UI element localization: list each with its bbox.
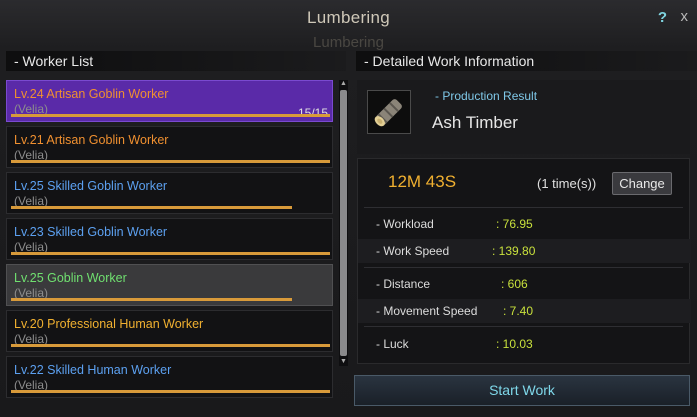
worker-item[interactable]: Lv.20 Professional Human Worker (Velia) bbox=[6, 310, 333, 352]
close-icon[interactable]: x bbox=[681, 8, 689, 25]
stat-row-luck: - Luck : 10.03 bbox=[358, 332, 691, 356]
worker-name: Lv.21 Artisan Goblin Worker bbox=[14, 133, 169, 147]
divider bbox=[364, 267, 683, 268]
stat-label: - Work Speed bbox=[376, 244, 450, 258]
work-time: 12M 43S bbox=[388, 172, 457, 191]
stamina-bar bbox=[11, 160, 330, 163]
stat-label: - Luck bbox=[376, 337, 409, 351]
lumbering-window: Lumbering Lumbering ? x - Worker List - … bbox=[0, 0, 697, 417]
worker-list: Lv.24 Artisan Goblin Worker (Velia) 15/1… bbox=[6, 80, 334, 400]
detail-header: - Detailed Work Information bbox=[356, 51, 697, 71]
worker-item[interactable]: Lv.23 Skilled Goblin Worker (Velia) bbox=[6, 218, 333, 260]
stamina-bar bbox=[11, 344, 330, 347]
work-stats: 12M 43S (1 time(s)) Change - Workload : … bbox=[357, 158, 691, 364]
scroll-up-icon[interactable]: ▲ bbox=[339, 80, 348, 88]
stat-label: - Distance bbox=[376, 277, 431, 291]
stat-value: : 76.95 bbox=[496, 217, 533, 231]
window-title-shadow: Lumbering bbox=[313, 34, 384, 51]
stat-row-work-speed: - Work Speed : 139.80 bbox=[358, 239, 691, 263]
stat-value: : 606 bbox=[501, 277, 528, 291]
stat-label: - Workload bbox=[376, 217, 434, 231]
worker-name: Lv.24 Artisan Goblin Worker bbox=[14, 87, 169, 101]
worker-item[interactable]: Lv.22 Skilled Human Worker (Velia) bbox=[6, 356, 333, 398]
stamina-bar bbox=[11, 252, 330, 255]
stat-value: : 7.40 bbox=[503, 304, 534, 318]
worker-item[interactable]: Lv.25 Skilled Goblin Worker (Velia) bbox=[6, 172, 333, 214]
scroll-down-icon[interactable]: ▼ bbox=[339, 358, 348, 366]
worker-item[interactable]: Lv.24 Artisan Goblin Worker (Velia) 15/1… bbox=[6, 80, 333, 122]
production-result: - Production Result Ash Timber bbox=[357, 80, 690, 154]
stamina-bar bbox=[11, 114, 330, 117]
worker-list-header: - Worker List bbox=[6, 51, 346, 71]
scroll-thumb[interactable] bbox=[340, 90, 347, 356]
stat-label: - Movement Speed bbox=[376, 304, 478, 318]
worker-name: Lv.25 Skilled Goblin Worker bbox=[14, 179, 168, 193]
worker-item[interactable]: Lv.21 Artisan Goblin Worker (Velia) bbox=[6, 126, 333, 168]
stat-row-distance: - Distance : 606 bbox=[358, 272, 691, 296]
help-icon[interactable]: ? bbox=[658, 9, 667, 26]
change-button[interactable]: Change bbox=[612, 172, 672, 195]
divider bbox=[364, 207, 683, 208]
timber-icon[interactable] bbox=[367, 90, 411, 134]
worker-name: Lv.20 Professional Human Worker bbox=[14, 317, 204, 331]
worker-name: Lv.23 Skilled Goblin Worker bbox=[14, 225, 168, 239]
worker-count: 15/15 bbox=[297, 106, 328, 120]
worker-name: Lv.22 Skilled Human Worker bbox=[14, 363, 172, 377]
stat-value: : 139.80 bbox=[492, 244, 536, 258]
divider bbox=[364, 326, 683, 327]
stamina-bar bbox=[11, 390, 330, 393]
window-title: Lumbering bbox=[306, 8, 391, 27]
worker-list-scrollbar[interactable]: ▲ ▼ bbox=[339, 80, 348, 366]
stat-row-workload: - Workload : 76.95 bbox=[358, 212, 691, 236]
worker-item[interactable]: Lv.25 Goblin Worker (Velia) bbox=[6, 264, 333, 306]
product-name: Ash Timber bbox=[432, 113, 518, 132]
start-work-button[interactable]: Start Work bbox=[354, 375, 690, 406]
work-times: (1 time(s)) bbox=[537, 176, 597, 191]
stamina-bar bbox=[11, 298, 292, 301]
stat-value: : 10.03 bbox=[496, 337, 533, 351]
worker-name: Lv.25 Goblin Worker bbox=[14, 271, 127, 285]
stamina-bar bbox=[11, 206, 292, 209]
production-result-label: - Production Result bbox=[435, 89, 538, 103]
stat-row-movement-speed: - Movement Speed : 7.40 bbox=[358, 299, 691, 323]
